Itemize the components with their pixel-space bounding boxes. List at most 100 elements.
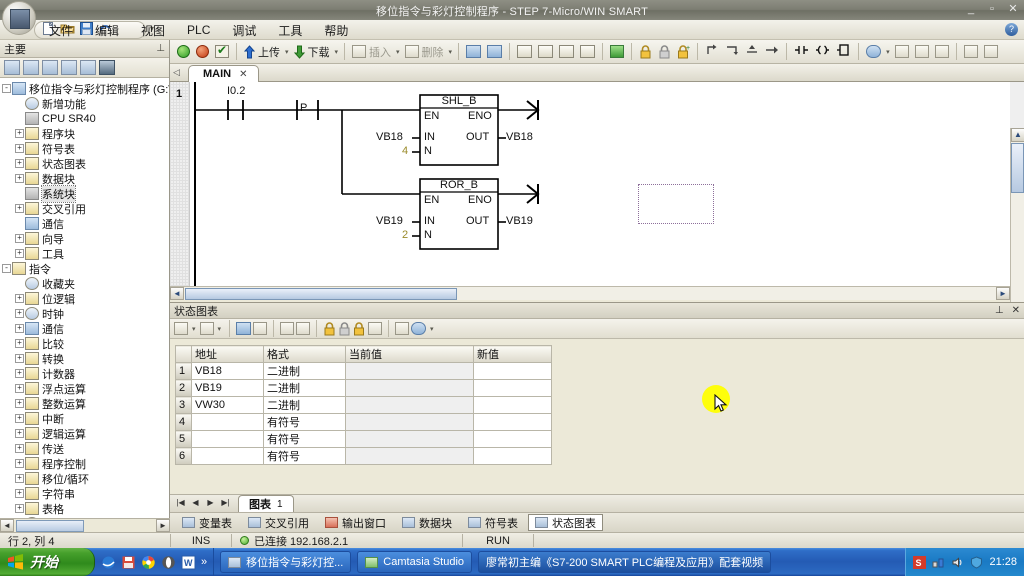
tree-expander-icon[interactable]: + [15, 351, 25, 366]
pin-icon[interactable]: ⊥ [156, 43, 165, 54]
tree-expander-icon[interactable]: + [15, 141, 25, 156]
cell-current-value[interactable] [345, 396, 474, 414]
contact-button[interactable] [791, 42, 812, 62]
box-button[interactable] [833, 42, 854, 62]
taskbar-item-video[interactable]: 廖常初主编《S7-200 SMART PLC编程及应用》配套视频 [478, 551, 772, 573]
tree-expander-icon[interactable]: + [15, 231, 25, 246]
sidebar-tool-1-icon[interactable] [4, 60, 20, 75]
selection-rectangle[interactable] [638, 184, 714, 224]
cell-address[interactable]: VB19 [191, 379, 264, 397]
tree-item-6[interactable]: + 数据块 [2, 171, 169, 186]
menu-plc[interactable]: PLC [176, 21, 221, 39]
status-oval-icon[interactable] [411, 322, 427, 335]
menu-debug[interactable]: 调试 [221, 20, 267, 41]
force-all-icon[interactable] [353, 321, 366, 336]
volume-icon[interactable] [951, 556, 964, 569]
cell-new-value[interactable] [473, 447, 552, 465]
tree-item-12[interactable]: - 指令 [2, 261, 169, 276]
tree-item-26[interactable]: + 移位/循环 [2, 471, 169, 486]
lock-button-3[interactable]: + [674, 42, 693, 62]
tree-item-28[interactable]: + 表格 [2, 501, 169, 516]
tree-expander-icon[interactable]: + [15, 246, 25, 261]
app-menu-orb[interactable] [2, 1, 36, 35]
tree-item-3[interactable]: + 程序块 [2, 126, 169, 141]
cell-address[interactable]: VB18 [191, 362, 264, 380]
scroll-up-icon[interactable]: ▲ [1011, 128, 1024, 142]
tab-cross-reference[interactable]: 交叉引用 [242, 514, 315, 531]
cell-format[interactable]: 有符号 [263, 413, 346, 431]
grid-header-新值[interactable]: 新值 [473, 345, 552, 363]
maximize-icon[interactable]: ▫ [985, 2, 999, 16]
info-button[interactable] [961, 42, 981, 62]
nav-next-icon[interactable]: ▶ [204, 497, 217, 510]
cell-new-value[interactable] [473, 362, 552, 380]
quicklaunch-more-icon[interactable]: » [201, 556, 207, 568]
nav-first-icon[interactable]: |◀ [174, 497, 187, 510]
cell-new-value[interactable] [473, 396, 552, 414]
tree-item-18[interactable]: + 转换 [2, 351, 169, 366]
status-chart-grid[interactable]: 地址 格式 当前值 新值 1 VB18 二进制 2 VB19 二进制 3 VW30 二进制 4 有符号 5 有符… [175, 345, 552, 465]
tree-item-15[interactable]: + 时钟 [2, 306, 169, 321]
tree-expander-icon[interactable]: + [15, 321, 25, 336]
menu-file[interactable]: 文件 [38, 20, 84, 41]
tree-item-10[interactable]: + 向导 [2, 231, 169, 246]
network-right-button[interactable] [762, 42, 782, 62]
cell-current-value[interactable] [345, 413, 474, 431]
cell-new-value[interactable] [473, 430, 552, 448]
editor-horizontal-scrollbar[interactable]: ◄ ► [170, 286, 1010, 300]
tree-item-27[interactable]: + 字符串 [2, 486, 169, 501]
coil-button[interactable] [812, 42, 833, 62]
view-btn-4[interactable] [577, 42, 598, 62]
tree-item-5[interactable]: + 状态图表 [2, 156, 169, 171]
zoom-select[interactable] [863, 42, 884, 62]
table-row[interactable]: 1 VB18 二进制 [175, 362, 552, 380]
table-row[interactable]: 6 有符号 [175, 447, 552, 465]
sogou-icon[interactable]: S [913, 555, 927, 569]
taskbar-item-camtasia[interactable]: Camtasia Studio [357, 551, 473, 573]
sidebar-monitor-icon[interactable] [99, 60, 115, 75]
chrome-icon[interactable] [141, 555, 156, 570]
tab-variable-table[interactable]: 变量表 [176, 514, 238, 531]
scroll-right-icon[interactable]: ► [156, 519, 170, 532]
tree-expander-icon[interactable]: + [15, 381, 25, 396]
zoom-caret-icon[interactable]: ▾ [886, 48, 890, 56]
insert-row-caret-icon[interactable]: ▾ [192, 325, 196, 333]
tree-expander-icon[interactable]: + [15, 501, 25, 516]
hscroll-right-icon[interactable]: ► [996, 287, 1010, 300]
grid-header-格式[interactable]: 格式 [263, 345, 346, 363]
compile-button[interactable] [212, 42, 232, 62]
tree-item-2[interactable]: CPU SR40 [2, 111, 169, 126]
status-chart-close-icon[interactable]: ✕ [1012, 305, 1020, 316]
grid-header-地址[interactable]: 地址 [191, 345, 264, 363]
stop-button[interactable] [193, 42, 212, 62]
tree-item-9[interactable]: 通信 [2, 216, 169, 231]
tree-expander-icon[interactable]: + [15, 291, 25, 306]
download-caret-icon[interactable]: ▾ [335, 48, 339, 56]
cell-format[interactable]: 二进制 [263, 362, 346, 380]
tab-close-icon[interactable]: ✕ [239, 69, 247, 80]
sidebar-tool-2-icon[interactable] [23, 60, 39, 75]
opera-icon[interactable] [161, 555, 176, 570]
nav-last-icon[interactable]: ▶| [219, 497, 232, 510]
unforce-all-icon[interactable] [368, 322, 383, 335]
taskbar-clock[interactable]: 21:28 [989, 556, 1017, 568]
pencil-edit-icon[interactable] [296, 322, 311, 335]
tree-expander-icon[interactable]: + [15, 156, 25, 171]
chart-status-button[interactable] [484, 42, 505, 62]
tree-item-16[interactable]: + 通信 [2, 321, 169, 336]
go-button[interactable] [607, 42, 627, 62]
network-merge-button[interactable] [742, 42, 762, 62]
sidebar-tool-4-icon[interactable] [61, 60, 77, 75]
tree-item-14[interactable]: + 位逻辑 [2, 291, 169, 306]
tree-expander-icon[interactable]: + [15, 411, 25, 426]
cell-new-value[interactable] [473, 413, 552, 431]
tree-expander-icon[interactable]: + [15, 306, 25, 321]
delete-row-caret-icon[interactable]: ▾ [218, 325, 222, 333]
tree-expander-icon[interactable]: + [15, 471, 25, 486]
tab-symbol-table[interactable]: 符号表 [462, 514, 524, 531]
menu-view[interactable]: 视图 [130, 20, 176, 41]
tree-item-0[interactable]: - 移位指令与彩灯控制程序 (G:\B [2, 81, 169, 96]
tree-item-20[interactable]: + 浮点运算 [2, 381, 169, 396]
sidebar-horizontal-scrollbar[interactable]: ◄ ► [0, 518, 170, 532]
tree-expander-icon[interactable]: + [15, 366, 25, 381]
